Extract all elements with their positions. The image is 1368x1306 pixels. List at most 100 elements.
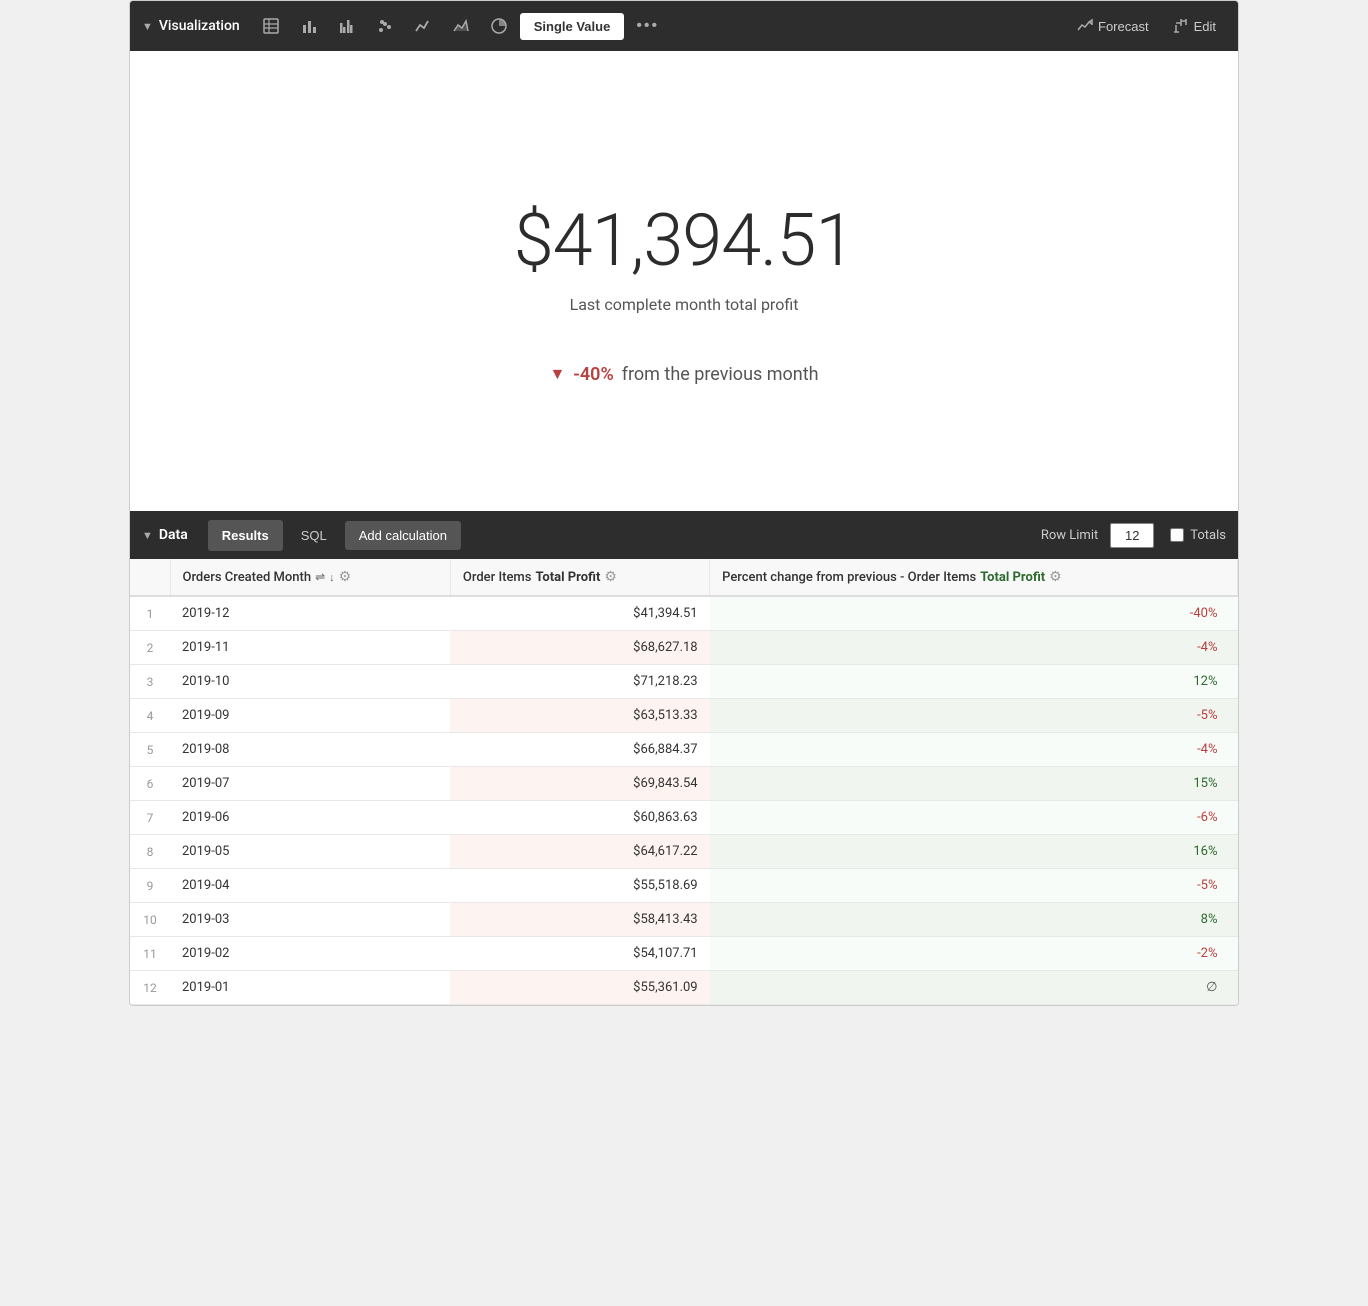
viz-toolbar-title: ▼ Visualization [142,18,240,34]
row-profit: $55,361.09 [450,971,709,1005]
totals-label[interactable]: Totals [1170,528,1226,543]
pct-col-settings-icon[interactable]: ⚙ [1049,569,1062,585]
profit-col-label-bold: Total Profit [535,570,600,585]
main-value-display: $41,394.51 [514,198,855,283]
data-table: Orders Created Month ⇌ ↓ ⚙ Order Items T… [130,559,1238,1005]
table-row: 10 2019-03 $58,413.43 8% [130,903,1238,937]
row-pct: -40% [710,596,1238,631]
table-row: 12 2019-01 $55,361.09 ∅ [130,971,1238,1005]
table-view-button[interactable] [254,11,288,41]
tab-sql[interactable]: SQL [287,520,341,551]
row-date: 2019-10 [170,665,450,699]
pct-col-label-normal: Percent change from previous - Order Ite… [722,570,976,585]
row-pct: 16% [710,835,1238,869]
row-num: 5 [130,733,170,767]
sort-down-icon[interactable]: ↓ [329,571,335,584]
row-date: 2019-04 [170,869,450,903]
row-pct: -2% [710,937,1238,971]
table-row: 5 2019-08 $66,884.37 -4% [130,733,1238,767]
row-date: 2019-01 [170,971,450,1005]
table-header-row: Orders Created Month ⇌ ↓ ⚙ Order Items T… [130,559,1238,596]
forecast-icon [1077,18,1093,34]
forecast-button[interactable]: Forecast [1067,12,1159,40]
row-limit-input[interactable] [1110,523,1154,548]
row-pct: ∅ [710,971,1238,1005]
row-num: 9 [130,869,170,903]
pie-chart-icon [490,17,508,35]
viz-toolbar: ▼ Visualization [130,1,1238,51]
row-date: 2019-08 [170,733,450,767]
main-value-label: Last complete month total profit [570,295,799,314]
trend-down-icon: ▼ [549,364,565,384]
row-date: 2019-12 [170,596,450,631]
row-pct: -4% [710,733,1238,767]
scatter-button[interactable] [368,11,402,41]
row-pct: -4% [710,631,1238,665]
comparison-text: from the previous month [622,364,819,385]
row-num: 3 [130,665,170,699]
col-header-pct: Percent change from previous - Order Ite… [710,559,1238,596]
bar-chart-icon [300,17,318,35]
bar-chart-button[interactable] [292,11,326,41]
grouped-bar-icon [338,17,356,35]
line-chart-button[interactable] [406,11,440,41]
row-profit: $69,843.54 [450,767,709,801]
viz-display-area: $41,394.51 Last complete month total pro… [130,51,1238,511]
filter-icon[interactable]: ⇌ [315,570,325,584]
comparison-pct: -40% [573,364,613,385]
row-profit: $66,884.37 [450,733,709,767]
row-profit: $68,627.18 [450,631,709,665]
single-value-button[interactable]: Single Value [520,13,625,40]
row-num: 12 [130,971,170,1005]
row-num: 4 [130,699,170,733]
area-chart-button[interactable] [444,11,478,41]
pie-chart-button[interactable] [482,11,516,41]
edit-button[interactable]: Edit [1163,12,1226,40]
row-num: 10 [130,903,170,937]
row-profit: $63,513.33 [450,699,709,733]
row-num: 6 [130,767,170,801]
edit-icon [1173,18,1189,34]
profit-col-settings-icon[interactable]: ⚙ [604,569,617,585]
row-profit: $64,617.22 [450,835,709,869]
row-date: 2019-05 [170,835,450,869]
row-date: 2019-09 [170,699,450,733]
table-row: 11 2019-02 $54,107.71 -2% [130,937,1238,971]
more-options-button[interactable]: ••• [628,11,667,41]
row-num: 8 [130,835,170,869]
row-num: 7 [130,801,170,835]
row-profit: $41,394.51 [450,596,709,631]
row-profit: $54,107.71 [450,937,709,971]
row-pct: -5% [710,869,1238,903]
row-pct: 15% [710,767,1238,801]
row-profit: $60,863.63 [450,801,709,835]
row-num: 11 [130,937,170,971]
row-date: 2019-06 [170,801,450,835]
area-chart-icon [452,17,470,35]
chevron-down-icon: ▼ [142,20,153,33]
row-date: 2019-02 [170,937,450,971]
col-header-profit: Order Items Total Profit ⚙ [450,559,709,596]
grouped-bar-button[interactable] [330,11,364,41]
table-row: 6 2019-07 $69,843.54 15% [130,767,1238,801]
data-toolbar-title: ▼ Data [142,527,188,543]
row-limit-label: Row Limit [1041,528,1098,543]
date-col-settings-icon[interactable]: ⚙ [339,569,352,585]
table-row: 4 2019-09 $63,513.33 -5% [130,699,1238,733]
data-chevron-icon: ▼ [142,529,153,542]
table-row: 8 2019-05 $64,617.22 16% [130,835,1238,869]
totals-checkbox[interactable] [1170,528,1184,542]
row-date: 2019-07 [170,767,450,801]
row-pct: 8% [710,903,1238,937]
row-num: 1 [130,596,170,631]
row-date: 2019-03 [170,903,450,937]
comparison-row: ▼ -40% from the previous month [549,364,818,385]
row-profit: $55,518.69 [450,869,709,903]
add-calculation-button[interactable]: Add calculation [345,521,461,550]
row-pct: -5% [710,699,1238,733]
col-header-date: Orders Created Month ⇌ ↓ ⚙ [170,559,450,596]
date-col-label: Orders Created Month [183,570,312,585]
scatter-icon [376,17,394,35]
table-icon [262,17,280,35]
tab-results[interactable]: Results [208,520,283,551]
